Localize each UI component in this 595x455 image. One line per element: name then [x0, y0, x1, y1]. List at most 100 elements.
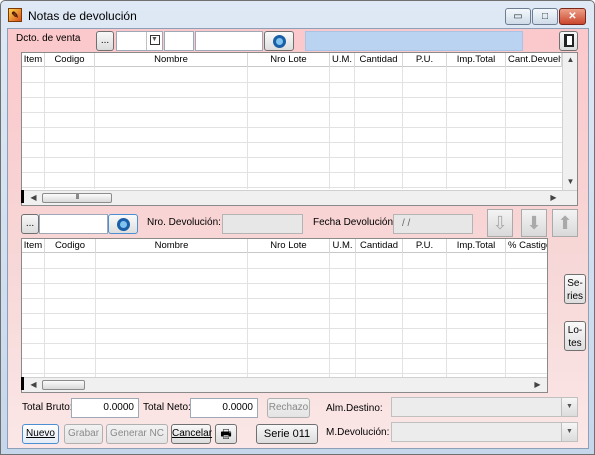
cancelar-button[interactable]: Cancelar — [171, 424, 213, 444]
exit-door-icon — [563, 34, 574, 47]
fecha-devolucion-field: / / — [393, 214, 473, 234]
search-icon — [117, 218, 130, 231]
scroll-right-icon[interactable]: ▶ — [546, 191, 561, 205]
column-divider — [354, 67, 355, 189]
devolucion-search-field[interactable] — [39, 214, 108, 234]
col-header-item: Item — [22, 239, 45, 253]
lotes-label-line1: Lo- — [567, 325, 583, 336]
form-client-area: Dcto. de venta ... ▼ Item Codigo Nombre … — [7, 28, 589, 449]
column-divider — [402, 67, 403, 189]
scroll-thumb[interactable] — [42, 380, 85, 390]
nro-devolucion-field — [222, 214, 303, 234]
col-header-imp-total: Imp.Total — [447, 53, 506, 67]
close-button[interactable]: ✕ — [559, 8, 586, 25]
sale-items-horizontal-scrollbar[interactable]: ◀ III ▶ — [22, 190, 577, 205]
col-header-pu: P.U. — [403, 239, 447, 253]
app-window: ✎ Notas de devolución ▭ □ ✕ Dcto. de ven… — [0, 0, 595, 455]
row-divider — [22, 283, 547, 284]
document-edit-icon: ✎ — [8, 8, 22, 22]
row-divider — [22, 97, 562, 98]
sale-items-grid[interactable]: Item Codigo Nombre Nro Lote U.M. Cantida… — [21, 52, 578, 206]
arrow-down-outline-icon[interactable]: ⇩ — [487, 209, 513, 237]
col-header-nombre: Nombre — [95, 53, 248, 67]
lotes-label-line2: tes — [568, 338, 582, 349]
return-items-grid[interactable]: Item Codigo Nombre Nro Lote U.M. Cantida… — [21, 238, 548, 393]
column-divider — [505, 67, 506, 189]
lotes-button[interactable]: Lo- tes — [564, 321, 586, 351]
column-divider — [247, 67, 248, 189]
column-divider — [94, 67, 95, 189]
series-label-line2: ries — [566, 291, 584, 302]
series-button[interactable]: Se- ries — [564, 274, 586, 304]
alm-destino-label: Alm.Destino: — [326, 403, 383, 414]
dcto-number-field[interactable] — [195, 31, 263, 51]
dcto-serie-field[interactable] — [164, 31, 194, 51]
row-indicator — [21, 377, 24, 390]
row-divider — [22, 343, 547, 344]
total-bruto-field: 0.0000 — [71, 398, 139, 418]
nuevo-label: Nuevo — [26, 428, 55, 439]
scroll-up-icon[interactable]: ▲ — [563, 53, 577, 67]
chevron-down-icon[interactable]: ▼ — [561, 398, 577, 416]
sale-items-header: Item Codigo Nombre Nro Lote U.M. Cantida… — [22, 53, 562, 67]
minimize-button[interactable]: ▭ — [505, 8, 531, 25]
title-bar: ✎ Notas de devolución ▭ □ ✕ — [1, 1, 594, 29]
print-button[interactable]: 🖶 — [215, 424, 237, 444]
column-divider — [329, 67, 330, 189]
row-divider — [22, 187, 562, 188]
scroll-left-icon[interactable]: ◀ — [26, 191, 41, 205]
dcto-venta-label: Dcto. de venta — [16, 33, 81, 44]
return-items-horizontal-scrollbar[interactable]: ◀ ▶ — [22, 377, 547, 392]
col-header-um: U.M. — [330, 239, 356, 253]
scroll-thumb[interactable]: III — [42, 193, 112, 203]
search-icon — [273, 35, 286, 48]
cancelar-label: Cancelar — [172, 428, 213, 439]
col-header-imp-total: Imp.Total — [447, 239, 506, 253]
alm-destino-combo[interactable]: ▼ — [391, 397, 578, 417]
col-header-cant-devuelta: Cant.Devuelta — [508, 53, 562, 67]
col-header-nro-lote: Nro Lote — [248, 239, 330, 253]
row-divider — [22, 268, 547, 269]
dcto-search-button[interactable] — [264, 31, 294, 51]
serie-button[interactable]: Serie 011 — [256, 424, 318, 444]
window-title: Notas de devolución — [28, 9, 137, 23]
total-bruto-label: Total Bruto: — [22, 402, 73, 413]
scroll-left-icon[interactable]: ◀ — [26, 378, 41, 392]
devolucion-search-button[interactable] — [108, 214, 138, 234]
row-divider — [22, 157, 562, 158]
arrow-up-icon[interactable]: ⬆ — [552, 209, 578, 237]
row-divider — [22, 142, 562, 143]
nuevo-button[interactable]: Nuevo — [22, 424, 59, 444]
total-neto-field: 0.0000 — [190, 398, 258, 418]
exit-button[interactable] — [559, 31, 578, 51]
row-divider — [22, 373, 547, 374]
devolucion-browse-button[interactable]: ... — [21, 214, 39, 234]
chevron-down-icon[interactable]: ▼ — [146, 32, 162, 50]
col-header-castigo: % Castigo — [508, 240, 548, 251]
rechazo-button[interactable]: Rechazo — [267, 398, 310, 418]
row-divider — [22, 127, 562, 128]
generar-nc-button[interactable]: Generar NC — [106, 424, 168, 444]
customer-info-display — [305, 31, 523, 51]
m-devolucion-combo[interactable]: ▼ — [391, 422, 578, 442]
row-indicator — [21, 190, 24, 203]
row-divider — [22, 313, 547, 314]
row-divider — [22, 298, 547, 299]
arrow-down-icon[interactable]: ⬇ — [521, 209, 547, 237]
fecha-devolucion-label: Fecha Devolución — [313, 217, 394, 228]
m-devolucion-label: M.Devolución: — [326, 427, 390, 438]
scroll-right-icon[interactable]: ▶ — [530, 378, 545, 392]
col-header-nombre: Nombre — [96, 239, 248, 253]
col-header-pu: P.U. — [403, 53, 447, 67]
col-header-item: Item — [22, 53, 45, 67]
return-items-header: Item Codigo Nombre Nro Lote U.M. Cantida… — [22, 239, 548, 253]
dcto-type-combo[interactable]: ▼ — [116, 31, 163, 51]
nro-devolucion-label: Nro. Devolución: — [147, 217, 221, 228]
scroll-down-icon[interactable]: ▼ — [563, 175, 577, 189]
chevron-down-icon[interactable]: ▼ — [561, 423, 577, 441]
sale-items-vertical-scrollbar[interactable]: ▲ ▼ — [562, 53, 577, 190]
maximize-button[interactable]: □ — [532, 8, 558, 25]
grabar-button[interactable]: Grabar — [64, 424, 103, 444]
col-header-cantidad: Cantidad — [356, 239, 403, 253]
dcto-browse-button[interactable]: ... — [96, 31, 114, 51]
